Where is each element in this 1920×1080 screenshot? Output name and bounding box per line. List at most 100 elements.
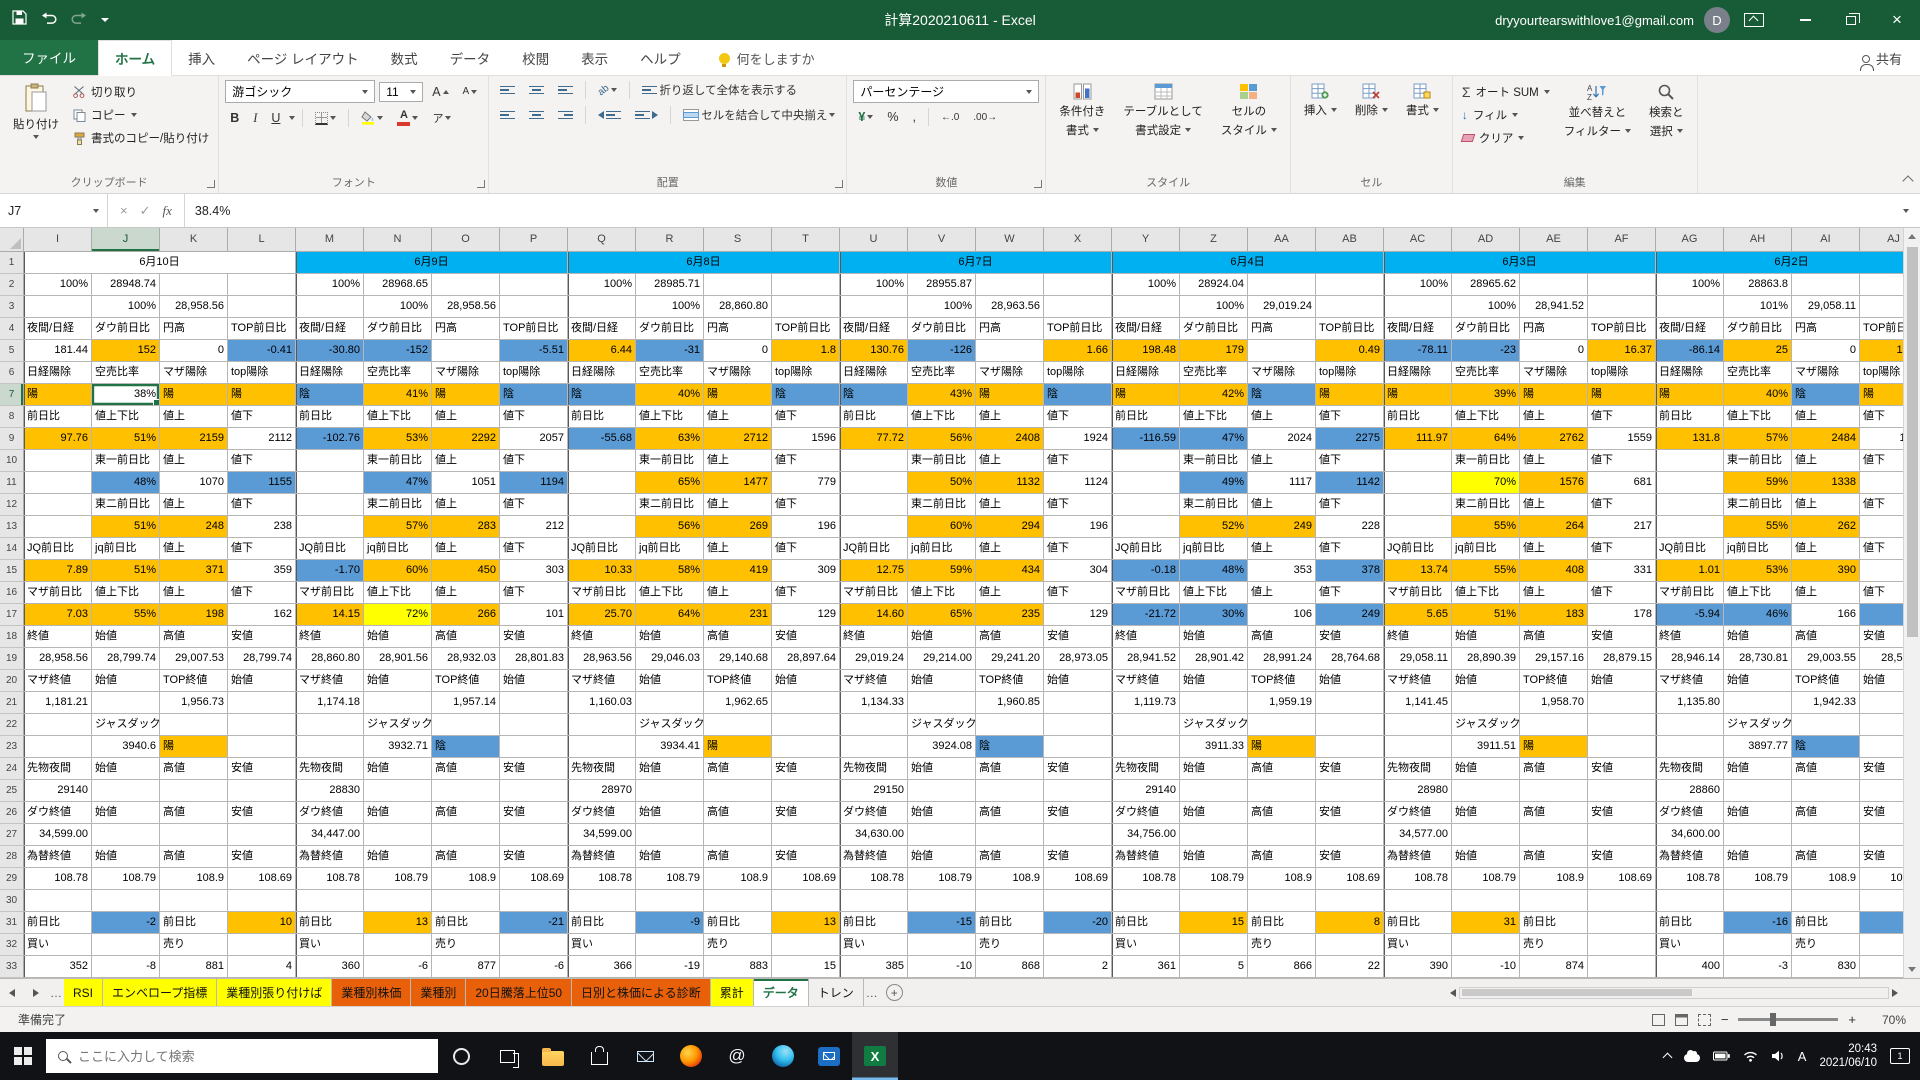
- cell[interactable]: jq前日比: [1452, 538, 1520, 560]
- cell[interactable]: [92, 692, 160, 714]
- row-header-27[interactable]: 27: [0, 824, 24, 846]
- cell[interactable]: -19: [636, 956, 704, 978]
- row-header-8[interactable]: 8: [0, 406, 24, 428]
- cell[interactable]: [1044, 274, 1112, 296]
- font-dialog-launcher[interactable]: [477, 180, 485, 188]
- cell[interactable]: 450: [432, 560, 500, 582]
- column-header-O[interactable]: O: [432, 228, 500, 252]
- row-header-20[interactable]: 20: [0, 670, 24, 692]
- cell[interactable]: 408: [1520, 560, 1588, 582]
- cell[interactable]: [704, 780, 772, 802]
- cell[interactable]: -8: [92, 956, 160, 978]
- date-header-cell[interactable]: 6月7日: [840, 252, 1112, 274]
- row-header-13[interactable]: 13: [0, 516, 24, 538]
- cell[interactable]: 高値: [432, 802, 500, 824]
- cell[interactable]: ダウ前日比: [364, 318, 432, 340]
- column-header-AI[interactable]: AI: [1792, 228, 1860, 252]
- cell[interactable]: 12.75: [840, 560, 908, 582]
- cell[interactable]: 始値: [228, 670, 296, 692]
- formula-input[interactable]: 38.4%: [185, 194, 1892, 227]
- cell[interactable]: 安値: [1588, 846, 1656, 868]
- sheet-tab-RSI[interactable]: RSI: [64, 979, 103, 1006]
- cell[interactable]: マザ終値: [24, 670, 92, 692]
- cell[interactable]: [1860, 714, 1903, 736]
- store-button[interactable]: [576, 1032, 622, 1080]
- cell[interactable]: 1.01: [1656, 560, 1724, 582]
- column-header-M[interactable]: M: [296, 228, 364, 252]
- cell[interactable]: [1860, 736, 1903, 758]
- cell[interactable]: 385: [840, 956, 908, 978]
- cell[interactable]: -2: [92, 912, 160, 934]
- cell[interactable]: 39%: [1452, 384, 1520, 406]
- column-header-AF[interactable]: AF: [1588, 228, 1656, 252]
- cell[interactable]: 終値: [1384, 626, 1452, 648]
- cell[interactable]: 始値: [92, 626, 160, 648]
- cell[interactable]: [24, 472, 92, 494]
- cell[interactable]: [1452, 890, 1520, 912]
- row-header-18[interactable]: 18: [0, 626, 24, 648]
- cell[interactable]: [500, 692, 568, 714]
- cell[interactable]: 108.78: [840, 868, 908, 890]
- cell[interactable]: 28,941.52: [1112, 648, 1180, 670]
- cell[interactable]: 249: [1316, 604, 1384, 626]
- cell[interactable]: [1792, 714, 1860, 736]
- cell[interactable]: 値上: [704, 538, 772, 560]
- cell[interactable]: 130.76: [840, 340, 908, 362]
- cell[interactable]: 1,134.33: [840, 692, 908, 714]
- vertical-scroll-thumb[interactable]: [1907, 247, 1918, 637]
- cell[interactable]: 高値: [160, 758, 228, 780]
- cell[interactable]: 28,860.80: [704, 296, 772, 318]
- cell[interactable]: 値上: [976, 494, 1044, 516]
- cell[interactable]: [228, 824, 296, 846]
- column-header-Q[interactable]: Q: [568, 228, 636, 252]
- cell[interactable]: 2159: [160, 428, 228, 450]
- cell[interactable]: [1520, 824, 1588, 846]
- align-top-button[interactable]: [495, 84, 520, 97]
- cell[interactable]: [92, 780, 160, 802]
- cell[interactable]: 値上: [1248, 538, 1316, 560]
- cell[interactable]: top陽除: [772, 362, 840, 384]
- cell[interactable]: jq前日比: [364, 538, 432, 560]
- tab-表示[interactable]: 表示: [565, 41, 624, 75]
- increase-decimal-button[interactable]: ←.0: [936, 110, 964, 125]
- sheet-overflow-left[interactable]: …: [48, 979, 64, 1006]
- cell[interactable]: 883: [704, 956, 772, 978]
- cell[interactable]: 52%: [1180, 516, 1248, 538]
- tab-校閲[interactable]: 校閲: [506, 41, 565, 75]
- cell[interactable]: [772, 736, 840, 758]
- cell[interactable]: 為替終値: [1112, 846, 1180, 868]
- cell[interactable]: [1248, 780, 1316, 802]
- cell[interactable]: 196: [1044, 516, 1112, 538]
- cell[interactable]: 円高: [976, 318, 1044, 340]
- cell[interactable]: 28980: [1384, 780, 1452, 802]
- zoom-slider-thumb[interactable]: [1770, 1013, 1776, 1026]
- orientation-button[interactable]: ab: [593, 83, 622, 98]
- cell[interactable]: 始値: [636, 626, 704, 648]
- cell[interactable]: [1112, 296, 1180, 318]
- cell[interactable]: 値上下比: [1724, 406, 1792, 428]
- undo-icon[interactable]: [41, 11, 57, 29]
- cell[interactable]: 46%: [1724, 604, 1792, 626]
- cell[interactable]: 値上下比: [908, 582, 976, 604]
- cell[interactable]: [1588, 780, 1656, 802]
- cell[interactable]: 3897.77: [1724, 736, 1792, 758]
- increase-indent-button[interactable]: [630, 109, 663, 122]
- cell[interactable]: 1,135.80: [1656, 692, 1724, 714]
- cell[interactable]: [1588, 714, 1656, 736]
- row-header-15[interactable]: 15: [0, 560, 24, 582]
- cell[interactable]: 238: [228, 516, 296, 538]
- cell[interactable]: 買い: [1112, 934, 1180, 956]
- column-header-AD[interactable]: AD: [1452, 228, 1520, 252]
- cell[interactable]: 前日比: [840, 912, 908, 934]
- cell[interactable]: 72%: [364, 604, 432, 626]
- cell[interactable]: 値上: [160, 406, 228, 428]
- cell[interactable]: 日経陽除: [1384, 362, 1452, 384]
- cell[interactable]: 値上: [704, 494, 772, 516]
- cell[interactable]: [908, 780, 976, 802]
- cell[interactable]: [636, 692, 704, 714]
- cell[interactable]: [1588, 692, 1656, 714]
- cell[interactable]: 13: [364, 912, 432, 934]
- cell[interactable]: 28,958.56: [24, 648, 92, 670]
- cell[interactable]: [500, 780, 568, 802]
- cell[interactable]: 値上下比: [636, 406, 704, 428]
